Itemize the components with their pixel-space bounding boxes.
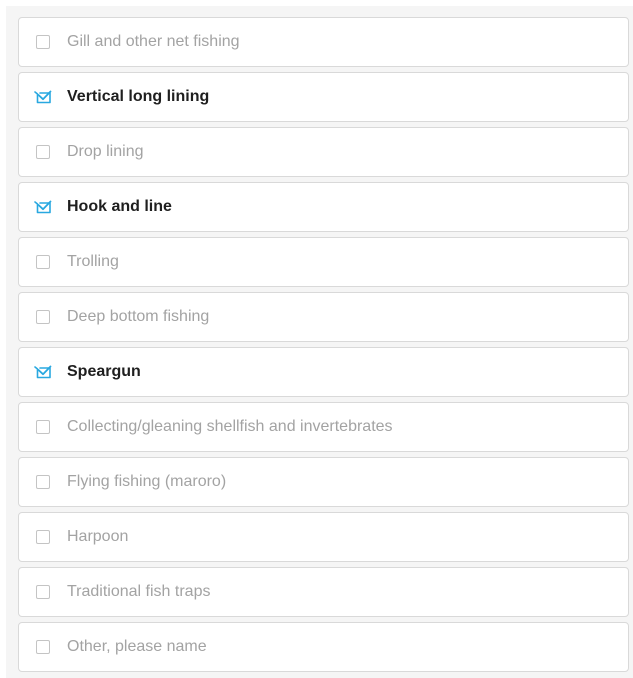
- option-item[interactable]: Other, please name: [18, 622, 629, 672]
- option-item[interactable]: Speargun: [18, 347, 629, 397]
- option-item[interactable]: Vertical long lining: [18, 72, 629, 122]
- checkbox-empty-icon[interactable]: [36, 640, 50, 654]
- option-item[interactable]: Deep bottom fishing: [18, 292, 629, 342]
- checkbox-empty-icon[interactable]: [36, 530, 50, 544]
- option-item[interactable]: Drop lining: [18, 127, 629, 177]
- option-item[interactable]: Trolling: [18, 237, 629, 287]
- option-item[interactable]: Collecting/gleaning shellfish and invert…: [18, 402, 629, 452]
- checkbox-empty-icon[interactable]: [36, 255, 50, 269]
- option-item[interactable]: Harpoon: [18, 512, 629, 562]
- checkbox-empty-icon[interactable]: [36, 585, 50, 599]
- checkbox-empty-icon[interactable]: [36, 310, 50, 324]
- option-label: Deep bottom fishing: [67, 308, 210, 325]
- option-item[interactable]: Flying fishing (maroro): [18, 457, 629, 507]
- option-item[interactable]: Hook and line: [18, 182, 629, 232]
- option-label: Traditional fish traps: [67, 583, 211, 600]
- option-label: Vertical long lining: [67, 88, 210, 105]
- checkbox-empty-icon[interactable]: [36, 35, 50, 49]
- option-label: Collecting/gleaning shellfish and invert…: [67, 418, 393, 435]
- option-label: Trolling: [67, 253, 119, 270]
- option-label: Flying fishing (maroro): [67, 473, 227, 490]
- option-label: Drop lining: [67, 143, 144, 160]
- checkbox-empty-icon[interactable]: [36, 475, 50, 489]
- checkbox-empty-icon[interactable]: [36, 145, 50, 159]
- option-label: Speargun: [67, 363, 141, 380]
- checkbox-empty-icon[interactable]: [36, 420, 50, 434]
- checkbox-checked-icon[interactable]: [34, 200, 52, 214]
- option-label: Hook and line: [67, 198, 172, 215]
- option-item[interactable]: Gill and other net fishing: [18, 17, 629, 67]
- fishing-method-options: Gill and other net fishing Vertical long …: [18, 17, 629, 677]
- checkbox-checked-icon[interactable]: [34, 90, 52, 104]
- option-label: Harpoon: [67, 528, 129, 545]
- option-item[interactable]: Traditional fish traps: [18, 567, 629, 617]
- checkbox-checked-icon[interactable]: [34, 365, 52, 379]
- option-label: Gill and other net fishing: [67, 33, 240, 50]
- option-label: Other, please name: [67, 638, 207, 655]
